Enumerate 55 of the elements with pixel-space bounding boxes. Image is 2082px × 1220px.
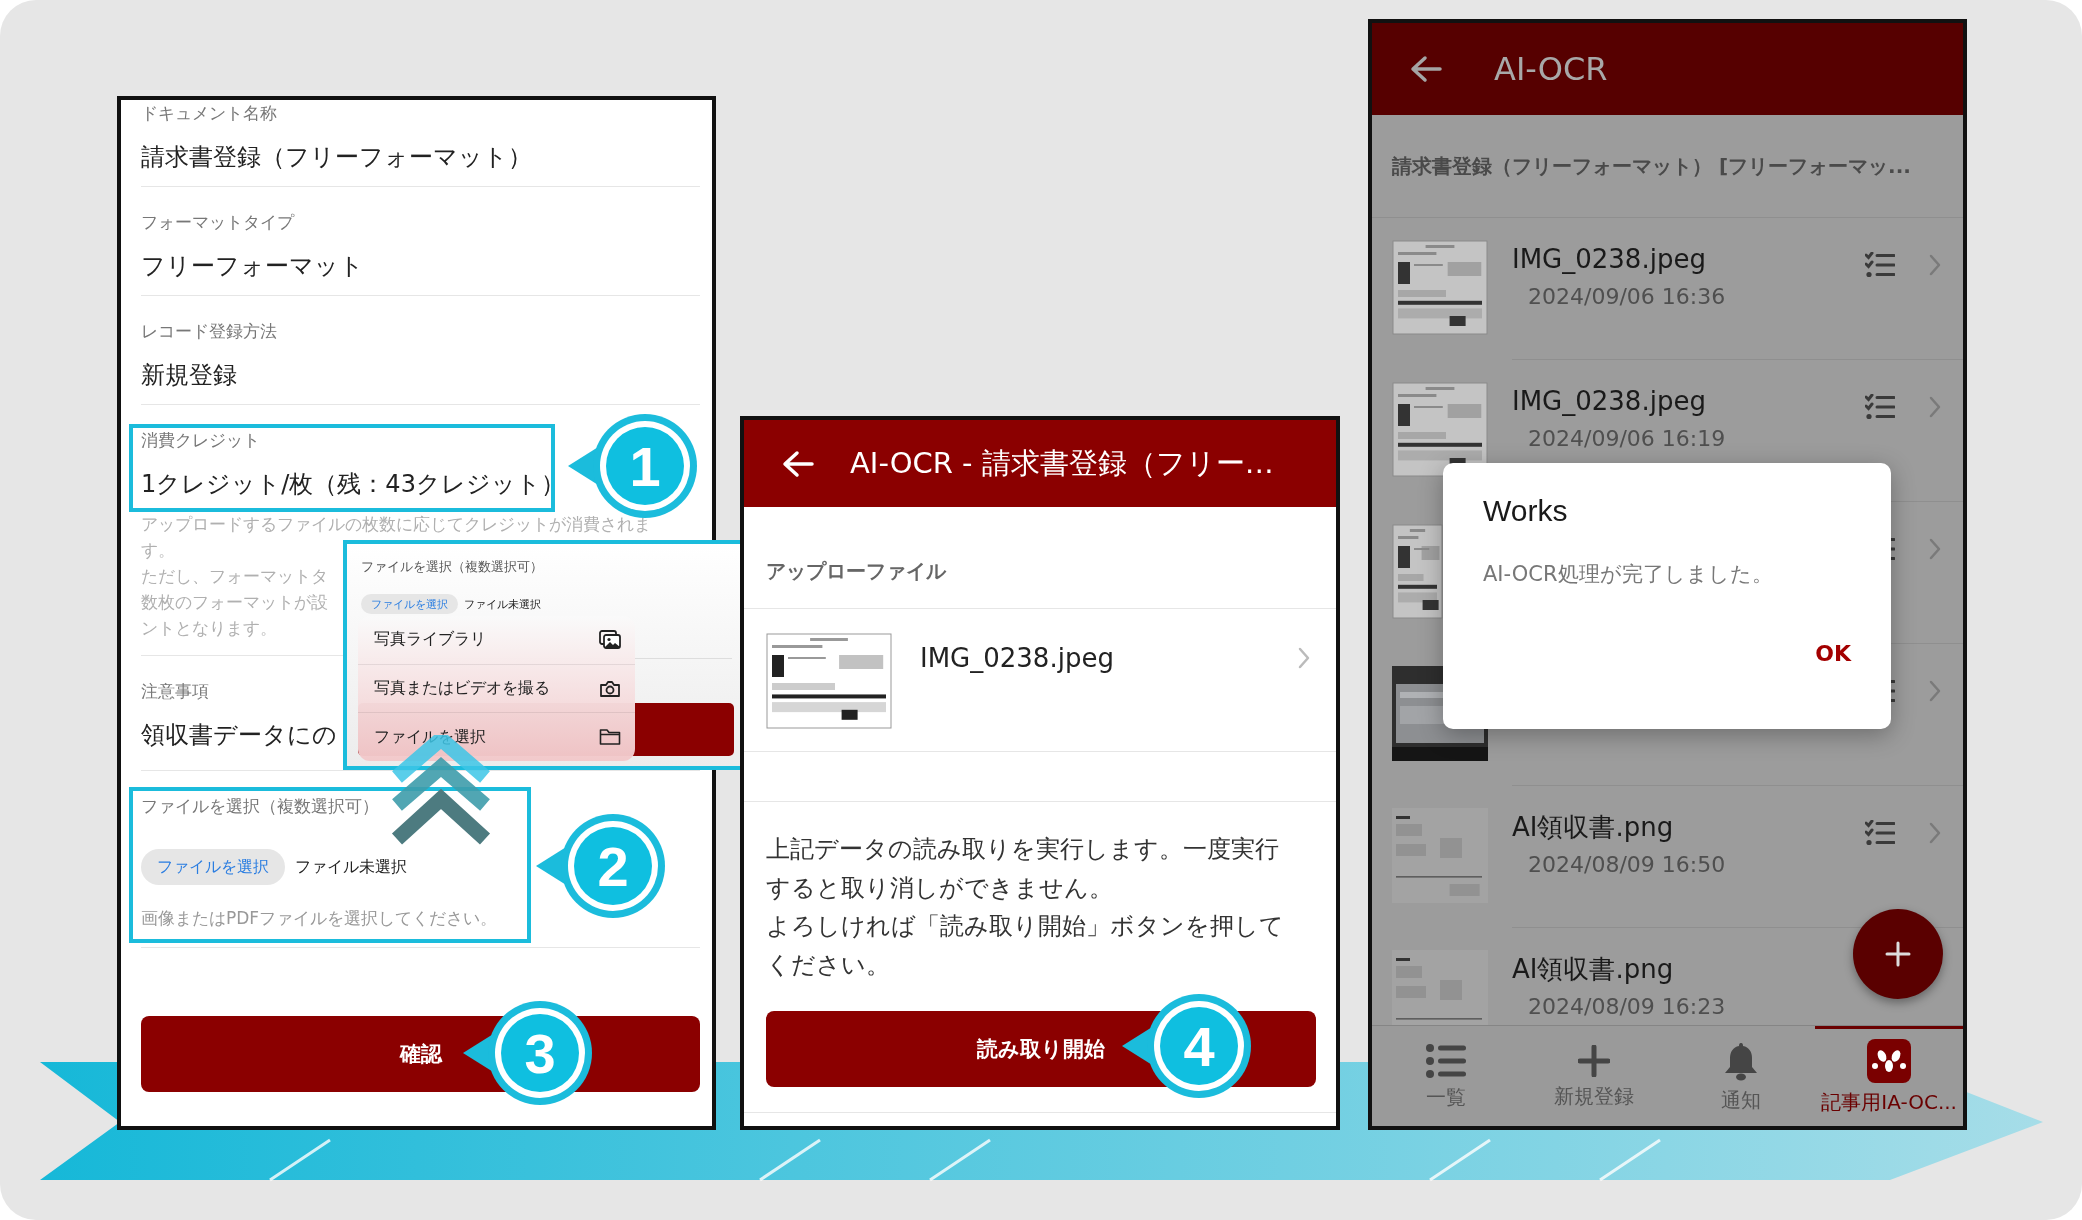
file-name[interactable]: IMG_0238.jpeg <box>1512 384 1706 418</box>
section-heading: アップローファイル <box>744 556 1336 609</box>
plus-icon <box>1577 1045 1610 1077</box>
dialog-message: AI-OCR処理が完了しました。 <box>1483 561 1773 588</box>
file-date: 2024/08/09 16:50 <box>1528 851 1726 879</box>
choose-file-button[interactable]: ファイルを選択 <box>361 594 458 614</box>
field-label: ドキュメント名称 <box>141 102 277 125</box>
file-name[interactable]: IMG_0238.jpeg <box>1512 242 1706 276</box>
screen-title: AI-OCR - 請求書登録（フリー… <box>850 444 1274 482</box>
file-row[interactable]: IMG_0238.jpeg <box>744 609 1336 752</box>
instruction-text: 上記データの読み取りを実行します。一度実行すると取り消しができません。 <box>766 834 1280 904</box>
checklist-icon[interactable] <box>1865 394 1895 420</box>
file-status: ファイル未選択 <box>464 596 541 612</box>
file-date: 2024/09/06 16:19 <box>1528 425 1726 453</box>
screen-title: AI-OCR <box>1494 50 1608 88</box>
dialog-title: Works <box>1483 493 1568 529</box>
menu-item[interactable]: 写真ライブラリ <box>358 616 635 665</box>
field-label: ファイルを選択（複数選択可） <box>361 558 544 576</box>
back-arrow-icon[interactable] <box>1410 55 1442 83</box>
bell-icon <box>1724 1041 1759 1081</box>
help-text: す。 <box>141 539 175 562</box>
folder-icon <box>599 728 621 747</box>
field-label: フォーマットタイプ <box>141 211 294 234</box>
field-label: ファイルを選択（複数選択可） <box>141 795 379 818</box>
choose-file-button[interactable]: ファイルを選択 <box>141 849 285 885</box>
add-button[interactable] <box>1853 909 1943 999</box>
file-name[interactable]: AI領収書.png <box>1512 952 1674 986</box>
field-value: 1クレジット/枚（残：43クレジット） <box>141 469 565 500</box>
field-label: 消費クレジット <box>141 429 260 452</box>
camera-icon <box>599 679 621 698</box>
plus-icon <box>1883 939 1913 969</box>
file-date: 2024/08/09 16:23 <box>1528 993 1726 1021</box>
hint-text: 画像またはPDFファイルを選択してください。 <box>141 907 498 930</box>
ok-button[interactable]: OK <box>1809 637 1857 670</box>
list-heading: 請求書登録（フリーフォーマット） [フリーフォーマッ... <box>1372 115 1963 218</box>
field-value: 領収書データにの <box>141 720 337 751</box>
checklist-icon[interactable] <box>1865 820 1895 846</box>
help-text: ントとなります。 <box>141 617 277 640</box>
file-status: ファイル未選択 <box>295 856 407 878</box>
field-value: 新規登録 <box>141 360 237 391</box>
file-name[interactable]: AI領収書.png <box>1512 810 1674 844</box>
list-icon <box>1425 1044 1466 1078</box>
file-date: 2024/09/06 16:36 <box>1528 283 1726 311</box>
help-text: ただし、フォーマットタ <box>141 565 328 588</box>
instruction-text: よろしければ「読み取り開始」ボタンを押してください。 <box>766 911 1285 981</box>
field-label: 注意事項 <box>141 680 209 703</box>
checklist-icon[interactable] <box>1865 252 1895 278</box>
field-label: レコード登録方法 <box>141 320 277 343</box>
field-value: フリーフォーマット <box>141 251 364 282</box>
app-logo-icon <box>1867 1039 1912 1083</box>
help-text: 数枚のフォーマットが設 <box>141 591 328 614</box>
menu-item[interactable]: 写真またはビデオを撮る <box>358 664 635 714</box>
nav-tab[interactable]: 記事用IA-OC... <box>1815 1026 1963 1126</box>
photos-icon <box>599 629 621 650</box>
field-value: 請求書登録（フリーフォーマット） <box>141 142 532 173</box>
